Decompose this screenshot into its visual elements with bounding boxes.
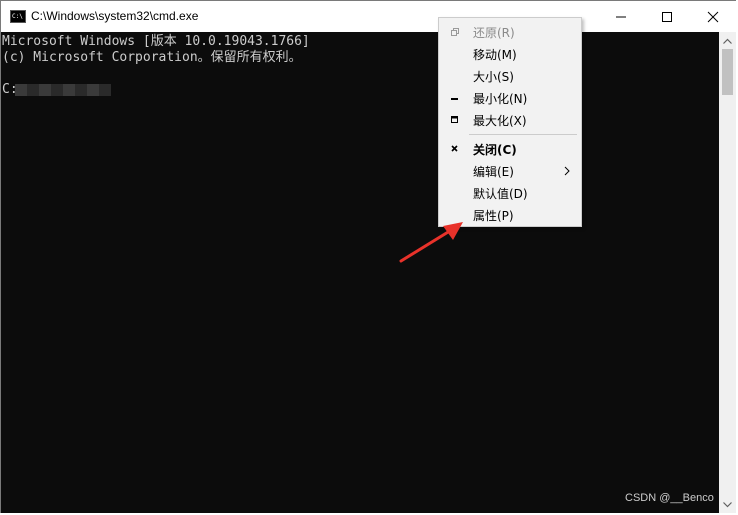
close-button[interactable] (690, 1, 736, 32)
scroll-down-button[interactable] (719, 496, 736, 513)
restore-icon (451, 28, 459, 36)
scroll-thumb[interactable] (722, 49, 733, 95)
watermark: CSDN @__Benco (625, 492, 714, 504)
menu-separator (469, 134, 577, 135)
console-line-copyright: (c) Microsoft Corporation。保留所有权利。 (2, 50, 302, 65)
close-icon (451, 145, 458, 152)
menu-item-restore[interactable]: 还原(R) (439, 21, 581, 43)
chevron-up-icon (723, 38, 732, 44)
menu-item-label: 编辑(E) (473, 165, 514, 179)
menu-item-label: 最大化(X) (473, 114, 527, 128)
chevron-down-icon (723, 501, 732, 507)
redacted-path (15, 84, 111, 96)
red-annotation-arrow-icon (399, 222, 463, 263)
minimize-icon (616, 16, 626, 17)
maximize-icon (451, 116, 458, 123)
close-icon (707, 11, 719, 22)
minimize-button[interactable] (598, 1, 644, 32)
submenu-chevron-right-icon (564, 166, 570, 176)
system-context-menu: 还原(R) 移动(M) 大小(S) 最小化(N) 最大化(X) 关闭(C) 编辑… (438, 17, 582, 227)
menu-item-label: 移动(M) (473, 48, 517, 62)
menu-item-label: 属性(P) (473, 209, 514, 223)
menu-item-move[interactable]: 移动(M) (439, 43, 581, 65)
menu-item-size[interactable]: 大小(S) (439, 65, 581, 87)
maximize-icon (662, 11, 672, 22)
scroll-up-button[interactable] (719, 32, 736, 49)
title-bar[interactable]: C:\ C:\Windows\system32\cmd.exe (1, 1, 737, 32)
menu-item-close[interactable]: 关闭(C) (439, 138, 581, 160)
menu-item-minimize[interactable]: 最小化(N) (439, 87, 581, 109)
menu-item-label: 最小化(N) (473, 92, 528, 106)
maximize-button[interactable] (644, 1, 690, 32)
window-title: C:\Windows\system32\cmd.exe (31, 9, 199, 23)
vertical-scrollbar[interactable] (719, 32, 736, 513)
cmd-window: C:\ C:\Windows\system32\cmd.exe Microsof… (0, 0, 737, 513)
menu-item-edit[interactable]: 编辑(E) (439, 160, 581, 182)
cmd-app-icon[interactable]: C:\ (10, 10, 26, 23)
minimize-icon (451, 98, 458, 100)
menu-item-label: 大小(S) (473, 70, 514, 84)
menu-item-label: 还原(R) (473, 26, 515, 40)
menu-item-defaults[interactable]: 默认值(D) (439, 182, 581, 204)
console-line-version: Microsoft Windows [版本 10.0.19043.1766] (2, 34, 310, 49)
menu-item-maximize[interactable]: 最大化(X) (439, 109, 581, 131)
menu-item-label: 关闭(C) (473, 143, 517, 157)
console-area[interactable]: Microsoft Windows [版本 10.0.19043.1766] (… (1, 32, 719, 513)
menu-item-label: 默认值(D) (473, 187, 528, 201)
